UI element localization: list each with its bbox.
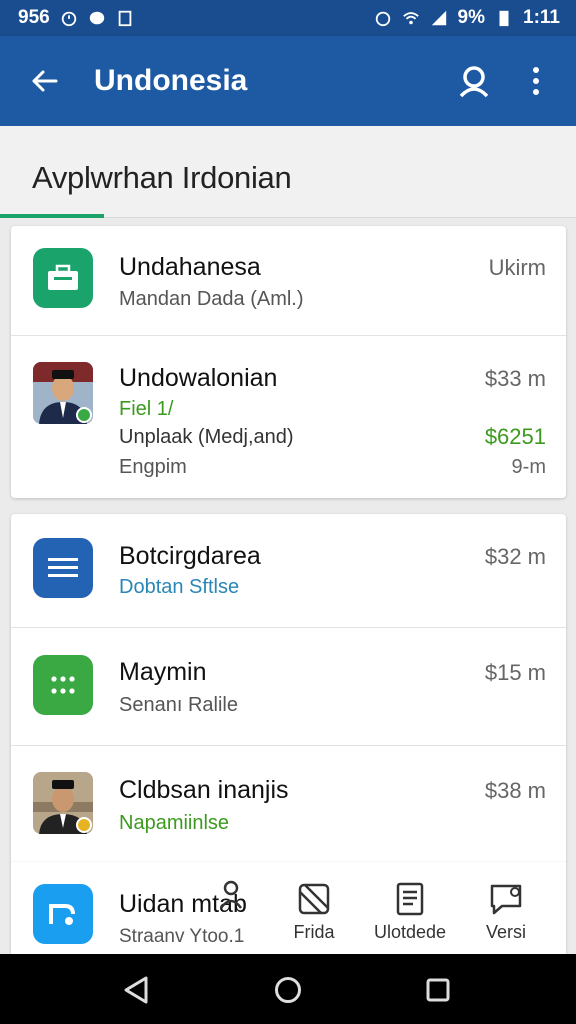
striped-square-icon (298, 883, 330, 915)
verified-badge-icon (76, 407, 92, 423)
item-subtitle: Unplaak (Medj,and) (119, 426, 294, 448)
section-header[interactable]: Avplwrhan Irdonian (0, 126, 576, 218)
wifi-icon (402, 12, 419, 25)
arrow-left-icon (32, 70, 58, 92)
bottom-action-bar: Frida Ulotdede Versi (0, 862, 576, 954)
status-bar: 956 9% 1:11 (0, 0, 576, 36)
item-subtitle-2: Engpim (119, 456, 187, 478)
app-list-card-1: Undahanesa Mandan Dada (Aml.) Ukirm Undo… (11, 226, 566, 498)
person-icon (219, 880, 243, 909)
item-title: Cldbsan inanjis (119, 776, 289, 804)
clipboard-icon (118, 10, 132, 27)
nav-back-button[interactable] (118, 972, 154, 1008)
search-icon (459, 66, 489, 98)
signal-icon (431, 10, 446, 26)
avatar (33, 772, 93, 834)
list-item[interactable]: Maymin Senanı Ralile $15 m (11, 628, 566, 746)
bottom-item-frida[interactable]: Frida (286, 862, 342, 954)
item-title: Undowalonian (119, 364, 278, 392)
chat-icon (490, 884, 522, 915)
search-button[interactable] (452, 59, 496, 103)
avatar (33, 362, 93, 424)
item-meta: $32 m (484, 544, 546, 569)
item-title: Maymin (119, 658, 207, 686)
triangle-back-icon (124, 976, 148, 1004)
status-time: 1:11 (523, 7, 560, 28)
item-meta: $15 m (484, 660, 546, 685)
back-button[interactable] (24, 61, 64, 101)
badge-icon (76, 817, 92, 833)
battery-percent: 9% (457, 7, 486, 28)
item-subtitle: Napamiinlse (119, 812, 230, 834)
app-list-card-2: Botcirgdarea Dobtan Sftlse $32 m Maymin … (11, 514, 566, 864)
dots-icon (33, 655, 93, 715)
list-item[interactable]: Botcirgdarea Dobtan Sftlse $32 m (11, 514, 566, 628)
item-price: $6251 (484, 424, 546, 449)
more-vert-icon (533, 67, 539, 95)
item-tag: Fiel 1/ (119, 398, 174, 420)
tab-indicator (0, 214, 104, 218)
item-time: 9-m (511, 456, 546, 478)
battery-icon (499, 10, 509, 27)
document-icon (396, 882, 424, 916)
item-title: Undahanesa (119, 253, 261, 281)
status-left: 956 (18, 7, 134, 29)
list-item[interactable]: Undahanesa Mandan Dada (Aml.) Ukirm (11, 226, 566, 336)
item-title: Botcirgdarea (119, 542, 261, 570)
bottom-item-ulotdede[interactable]: Ulotdede (366, 862, 454, 954)
alarm-icon (61, 11, 76, 27)
alarm-clock-icon (375, 11, 390, 27)
list-item[interactable]: Undowalonian Fiel 1/ Unplaak (Medj,and) … (11, 336, 566, 498)
status-right: 9% 1:11 (374, 7, 560, 29)
item-subtitle: Mandan Dada (Aml.) (119, 288, 304, 310)
circle-home-icon (275, 977, 301, 1003)
list-item[interactable]: Cldbsan inanjis Napamiinlse $38 m (11, 746, 566, 864)
bottom-item-versi[interactable]: Versi (478, 862, 534, 954)
status-left-text: 956 (18, 7, 50, 28)
item-subtitle: Dobtan Sftlse (119, 576, 240, 598)
app-bar: Undonesia (0, 36, 576, 126)
square-recents-icon (426, 978, 450, 1002)
section-title: Avplwrhan Irdonian (32, 160, 292, 195)
system-nav-bar (0, 954, 576, 1024)
item-meta: $33 m (484, 366, 546, 391)
briefcase-icon (33, 248, 93, 308)
app-title: Undonesia (94, 64, 248, 97)
item-meta: Ukirm (488, 255, 546, 280)
item-subtitle: Senanı Ralile (119, 694, 238, 716)
nav-recents-button[interactable] (420, 972, 456, 1008)
menu-icon (33, 538, 93, 598)
bottom-item-label: Ulotdede (373, 922, 447, 942)
item-meta: $38 m (484, 778, 546, 803)
chat-bubble-icon (89, 11, 104, 25)
bottom-item-label: Versi (485, 922, 527, 942)
nav-home-button[interactable] (270, 972, 306, 1008)
overflow-menu-button[interactable] (514, 59, 558, 103)
bottom-item-label: Frida (293, 922, 335, 942)
